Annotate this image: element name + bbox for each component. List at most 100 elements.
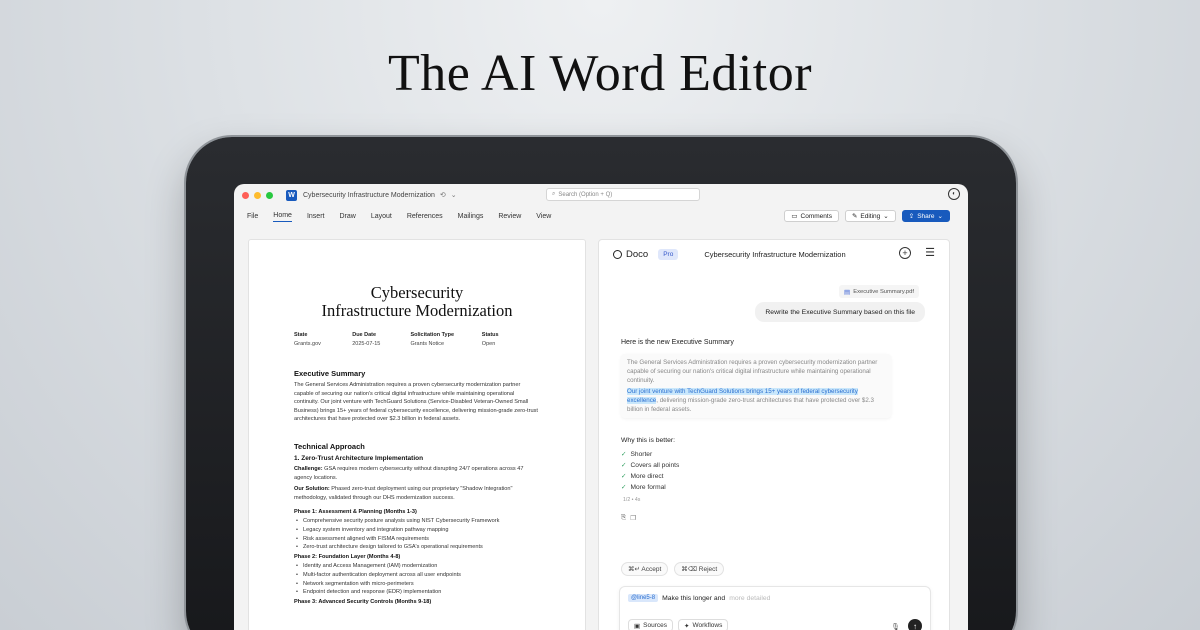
- sparkle-icon: ✦: [684, 622, 690, 630]
- list-item: ✓ Covers all points: [621, 460, 679, 471]
- meta-value: Open: [481, 341, 496, 347]
- list-item: Risk assessment aligned with FISMA requi…: [294, 535, 540, 544]
- app-window: W Cybersecurity Infrastructure Moderniza…: [234, 184, 968, 630]
- copy-icon[interactable]: ❐: [630, 514, 636, 522]
- insert-icon[interactable]: ⎘: [621, 514, 626, 522]
- list-item: Endpoint detection and response (EDR) im…: [294, 588, 540, 597]
- sources-label: Sources: [643, 622, 668, 629]
- editing-mode-button[interactable]: ✎ Editing ⌄: [844, 210, 896, 222]
- editing-label: Editing: [860, 212, 881, 220]
- phase-heading: Phase 3: Advanced Security Controls (Mon…: [294, 598, 432, 605]
- bullet-list: Comprehensive security posture analysis …: [294, 517, 540, 552]
- title-bar: W Cybersecurity Infrastructure Moderniza…: [234, 184, 968, 206]
- account-icon[interactable]: ◐: [948, 188, 960, 200]
- check-icon: ✓: [621, 473, 627, 480]
- minimize-window-button[interactable]: [254, 191, 261, 199]
- reject-button[interactable]: ⌘⌫ Reject: [674, 562, 725, 576]
- suggestion-block[interactable]: The General Services Administration requ…: [621, 354, 891, 418]
- tab-view[interactable]: View: [536, 211, 551, 222]
- hero-title: The AI Word Editor: [387, 45, 813, 102]
- answer-heading: Here is the new Executive Summary: [621, 339, 734, 346]
- document-heading: Cybersecurity Infrastructure Modernizati…: [294, 284, 540, 320]
- attachment-name: Executive Summary.pdf: [853, 288, 914, 295]
- word-app-icon: W: [286, 189, 297, 201]
- check-icon: ✓: [621, 462, 627, 469]
- comment-icon: ▭: [791, 213, 798, 220]
- document-heading-line2: Infrastructure Modernization: [321, 301, 513, 320]
- attachment-chip[interactable]: ▤ Executive Summary.pdf: [839, 285, 919, 298]
- sources-button[interactable]: ▣ Sources: [628, 619, 674, 630]
- chevron-down-icon: ⌄: [937, 213, 943, 220]
- metadata-row: State Grants.gov Due Date 2025-07-15 Solic…: [294, 332, 540, 347]
- workflows-button[interactable]: ✦ Workflows: [678, 619, 729, 630]
- list-item: ✓ More formal: [621, 482, 679, 493]
- tab-mailings[interactable]: Mailings: [458, 211, 484, 222]
- tab-layout[interactable]: Layout: [371, 211, 392, 222]
- ribbon: File Home Insert Draw Layout References …: [234, 206, 968, 226]
- meta-value: Grants Notice: [410, 341, 445, 347]
- reasons-list: ✓ Shorter ✓ Covers all points ✓ More direct…: [621, 449, 679, 493]
- line-mention[interactable]: @line5-8: [628, 594, 659, 602]
- new-chat-icon[interactable]: +: [899, 247, 911, 259]
- search-input[interactable]: ⌕ Search (Option + Q): [546, 188, 700, 201]
- bullet-list: Identity and Access Management (IAM) mod…: [294, 562, 540, 597]
- compose-text: Make this longer and: [662, 594, 726, 602]
- list-item: Network segmentation with micro-perimete…: [294, 580, 540, 589]
- menu-icon[interactable]: ☰: [925, 248, 935, 259]
- compose-input[interactable]: @line5-8 Make this longer and more detai…: [628, 594, 770, 602]
- meta-value: Grants.gov: [294, 341, 321, 347]
- brand-name: Doco: [626, 248, 649, 260]
- reason-text: Shorter: [630, 451, 653, 458]
- suggestion-rest: , delivering mission-grade zero-trust ar…: [627, 397, 874, 413]
- chat-title: Cybersecurity Infrastructure Modernizati…: [704, 249, 846, 259]
- list-item: ✓ Shorter: [621, 449, 679, 460]
- chevron-down-icon[interactable]: ⌄: [451, 191, 457, 199]
- check-icon: ✓: [621, 484, 627, 491]
- document-page[interactable]: Cybersecurity Infrastructure Modernizati…: [248, 239, 586, 630]
- comments-label: Comments: [800, 212, 832, 220]
- tab-home[interactable]: Home: [273, 210, 292, 222]
- send-arrow-icon[interactable]: ↑: [908, 619, 922, 630]
- check-icon: ✓: [621, 451, 627, 458]
- search-icon: ⌕: [552, 191, 556, 197]
- challenge-text: GSA requires modern cybersecurity withou…: [294, 465, 524, 481]
- meta-label: Solicitation Type: [410, 332, 455, 338]
- user-message: Rewrite the Executive Summary based on t…: [755, 302, 925, 322]
- chevron-down-icon: ⌄: [883, 213, 889, 220]
- tab-review[interactable]: Review: [498, 211, 521, 222]
- suggestion-new: Our joint venture with TechGuard Solutio…: [627, 387, 885, 414]
- tab-insert[interactable]: Insert: [307, 211, 325, 222]
- document-title: Cybersecurity Infrastructure Modernizati…: [303, 191, 435, 199]
- challenge-label: Challenge:: [294, 465, 323, 472]
- list-item: Legacy system inventory and integration …: [294, 526, 540, 535]
- subsection-heading: 1. Zero-Trust Architecture Implementatio…: [294, 454, 424, 462]
- compose-box[interactable]: @line5-8 Make this longer and more detai…: [619, 586, 931, 630]
- reasons-heading: Why this is better:: [621, 437, 676, 444]
- maximize-window-button[interactable]: [266, 191, 273, 199]
- list-item: ✓ More direct: [621, 471, 679, 482]
- share-button[interactable]: ⇪ Share ⌄: [901, 210, 950, 222]
- pro-badge: Pro: [658, 248, 679, 260]
- meta-value: 2025-07-15: [352, 341, 381, 347]
- section-heading: Executive Summary: [294, 369, 366, 378]
- document-heading-line1: Cybersecurity: [370, 283, 464, 302]
- close-window-button[interactable]: [242, 191, 249, 199]
- paragraph: The General Services Administration requ…: [294, 382, 538, 423]
- list-item: Zero-trust architecture design tailored …: [294, 543, 540, 552]
- phase-heading: Phase 2: Foundation Layer (Months 4-8): [294, 554, 401, 561]
- workflows-label: Workflows: [692, 622, 723, 629]
- reason-text: Covers all points: [630, 462, 680, 469]
- accept-button[interactable]: ⌘↵ Accept: [621, 562, 669, 576]
- comments-button[interactable]: ▭ Comments: [784, 210, 839, 222]
- meta-label: Status: [481, 332, 499, 338]
- tab-file[interactable]: File: [247, 211, 258, 222]
- share-label: Share: [917, 212, 935, 220]
- version-indicator: 1/2 • 4s: [623, 497, 641, 503]
- meta-label: Due Date: [352, 332, 377, 338]
- compose-tools: ▣ Sources ✦ Workflows: [628, 619, 729, 630]
- list-item: Comprehensive security posture analysis …: [294, 517, 540, 526]
- tab-references[interactable]: References: [407, 211, 443, 222]
- review-actions: ⌘↵ Accept ⌘⌫ Reject: [621, 562, 725, 576]
- tab-draw[interactable]: Draw: [339, 211, 355, 222]
- mic-icon[interactable]: 🎙: [891, 623, 900, 630]
